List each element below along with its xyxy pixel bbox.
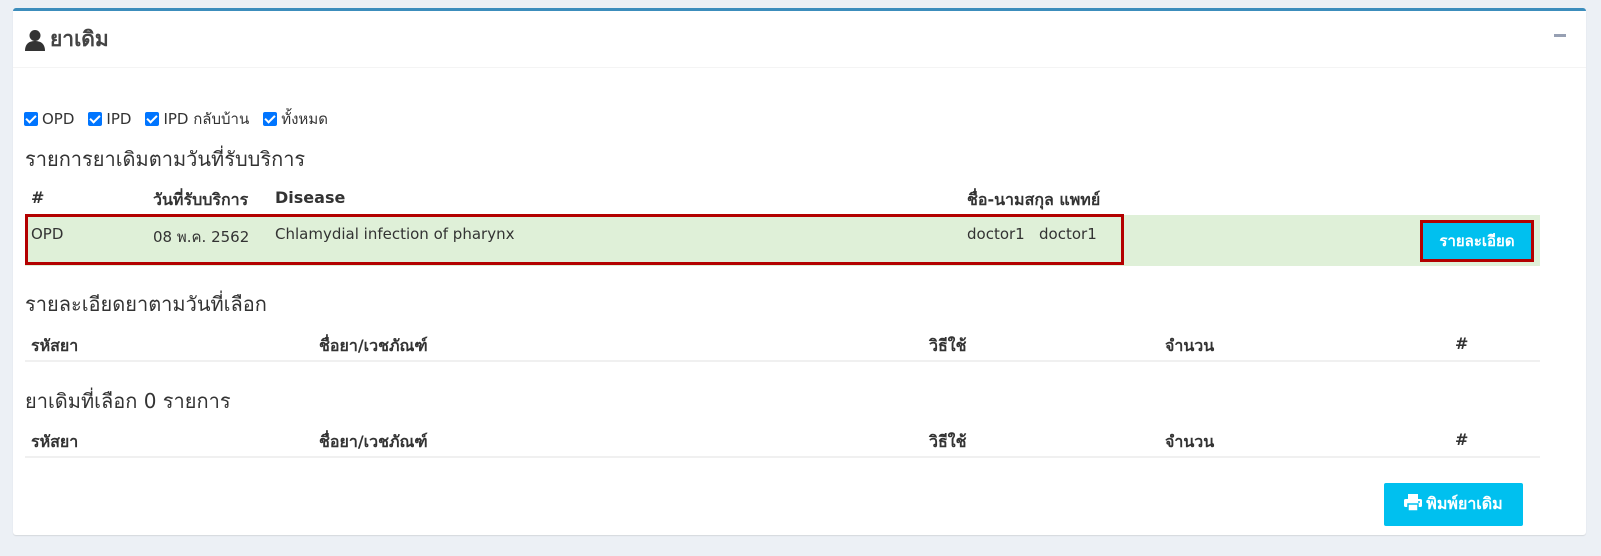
column-header: วันที่รับบริการ	[153, 190, 249, 209]
filter-ipd[interactable]: IPD	[88, 110, 131, 128]
panel-title: ยาเดิม	[24, 23, 109, 56]
column-header: รหัสยา	[31, 336, 79, 355]
detail-button[interactable]: รายละเอียด	[1420, 220, 1534, 262]
filter-label: OPD	[42, 110, 75, 128]
column-header: ชื่อยา/เวชภัณฑ์	[319, 336, 428, 355]
doctor-cell: doctor1 doctor1	[967, 225, 1097, 243]
filter-label: IPD กลับบ้าน	[163, 110, 250, 128]
column-header: จำนวน	[1165, 336, 1215, 355]
filter-all[interactable]: ทั้งหมด	[263, 107, 328, 131]
checkbox-checked-icon[interactable]	[263, 112, 278, 126]
filter-ipd-home[interactable]: IPD กลับบ้าน	[145, 107, 249, 131]
selected-section-title: ยาเดิมที่เลือก 0 รายการ	[25, 389, 231, 413]
column-header: #	[31, 188, 45, 207]
column-header: ชื่อยา/เวชภัณฑ์	[319, 432, 428, 451]
user-icon	[24, 29, 46, 51]
visit-type-filters: OPD IPD IPD กลับบ้าน ทั้งหมด	[24, 107, 342, 131]
visits-table-header: # วันที่รับบริการ Disease ชื่อ-นามสกุล แ…	[25, 184, 1540, 214]
checkbox-checked-icon[interactable]	[24, 112, 38, 126]
detail-section-title: รายละเอียดยาตามวันที่เลือก	[25, 292, 267, 316]
column-header: Disease	[275, 188, 346, 207]
old-medication-panel: ยาเดิม OPD IPD IPD กลับบ้าน ทั้งหมด รายก…	[13, 8, 1586, 535]
visit-type-cell: OPD	[31, 225, 64, 243]
disease-cell: Chlamydial infection of pharynx	[275, 225, 515, 243]
column-header: จำนวน	[1165, 432, 1215, 451]
column-header: วิธีใช้	[929, 432, 967, 451]
visit-date-cell: 08 พ.ค. 2562	[153, 228, 250, 246]
column-header: รหัสยา	[31, 432, 79, 451]
panel-title-text: ยาเดิม	[50, 27, 109, 51]
column-header: #	[1455, 334, 1469, 353]
column-header: ชื่อ-นามสกุล แพทย์	[967, 190, 1101, 209]
filter-label: ทั้งหมด	[281, 110, 328, 128]
print-old-medication-button[interactable]: พิมพ์ยาเดิม	[1384, 483, 1523, 526]
panel-header: ยาเดิม	[13, 11, 1586, 68]
minus-icon[interactable]	[1550, 25, 1570, 45]
checkbox-checked-icon[interactable]	[145, 112, 160, 126]
column-header: #	[1455, 430, 1469, 449]
visits-section-title: รายการยาเดิมตามวันที่รับบริการ	[25, 147, 306, 171]
table-row[interactable]: OPD 08 พ.ค. 2562 Chlamydial infection of…	[25, 214, 1540, 266]
detail-table-header: รหัสยา ชื่อยา/เวชภัณฑ์ วิธีใช้ จำนวน #	[25, 330, 1540, 362]
column-header: วิธีใช้	[929, 336, 967, 355]
checkbox-checked-icon[interactable]	[88, 112, 103, 126]
filter-label: IPD	[106, 110, 132, 128]
print-button-label: พิมพ์ยาเดิม	[1426, 494, 1503, 513]
print-icon	[1404, 494, 1423, 515]
selected-table-header: รหัสยา ชื่อยา/เวชภัณฑ์ วิธีใช้ จำนวน #	[25, 426, 1540, 458]
filter-opd[interactable]: OPD	[24, 110, 74, 128]
